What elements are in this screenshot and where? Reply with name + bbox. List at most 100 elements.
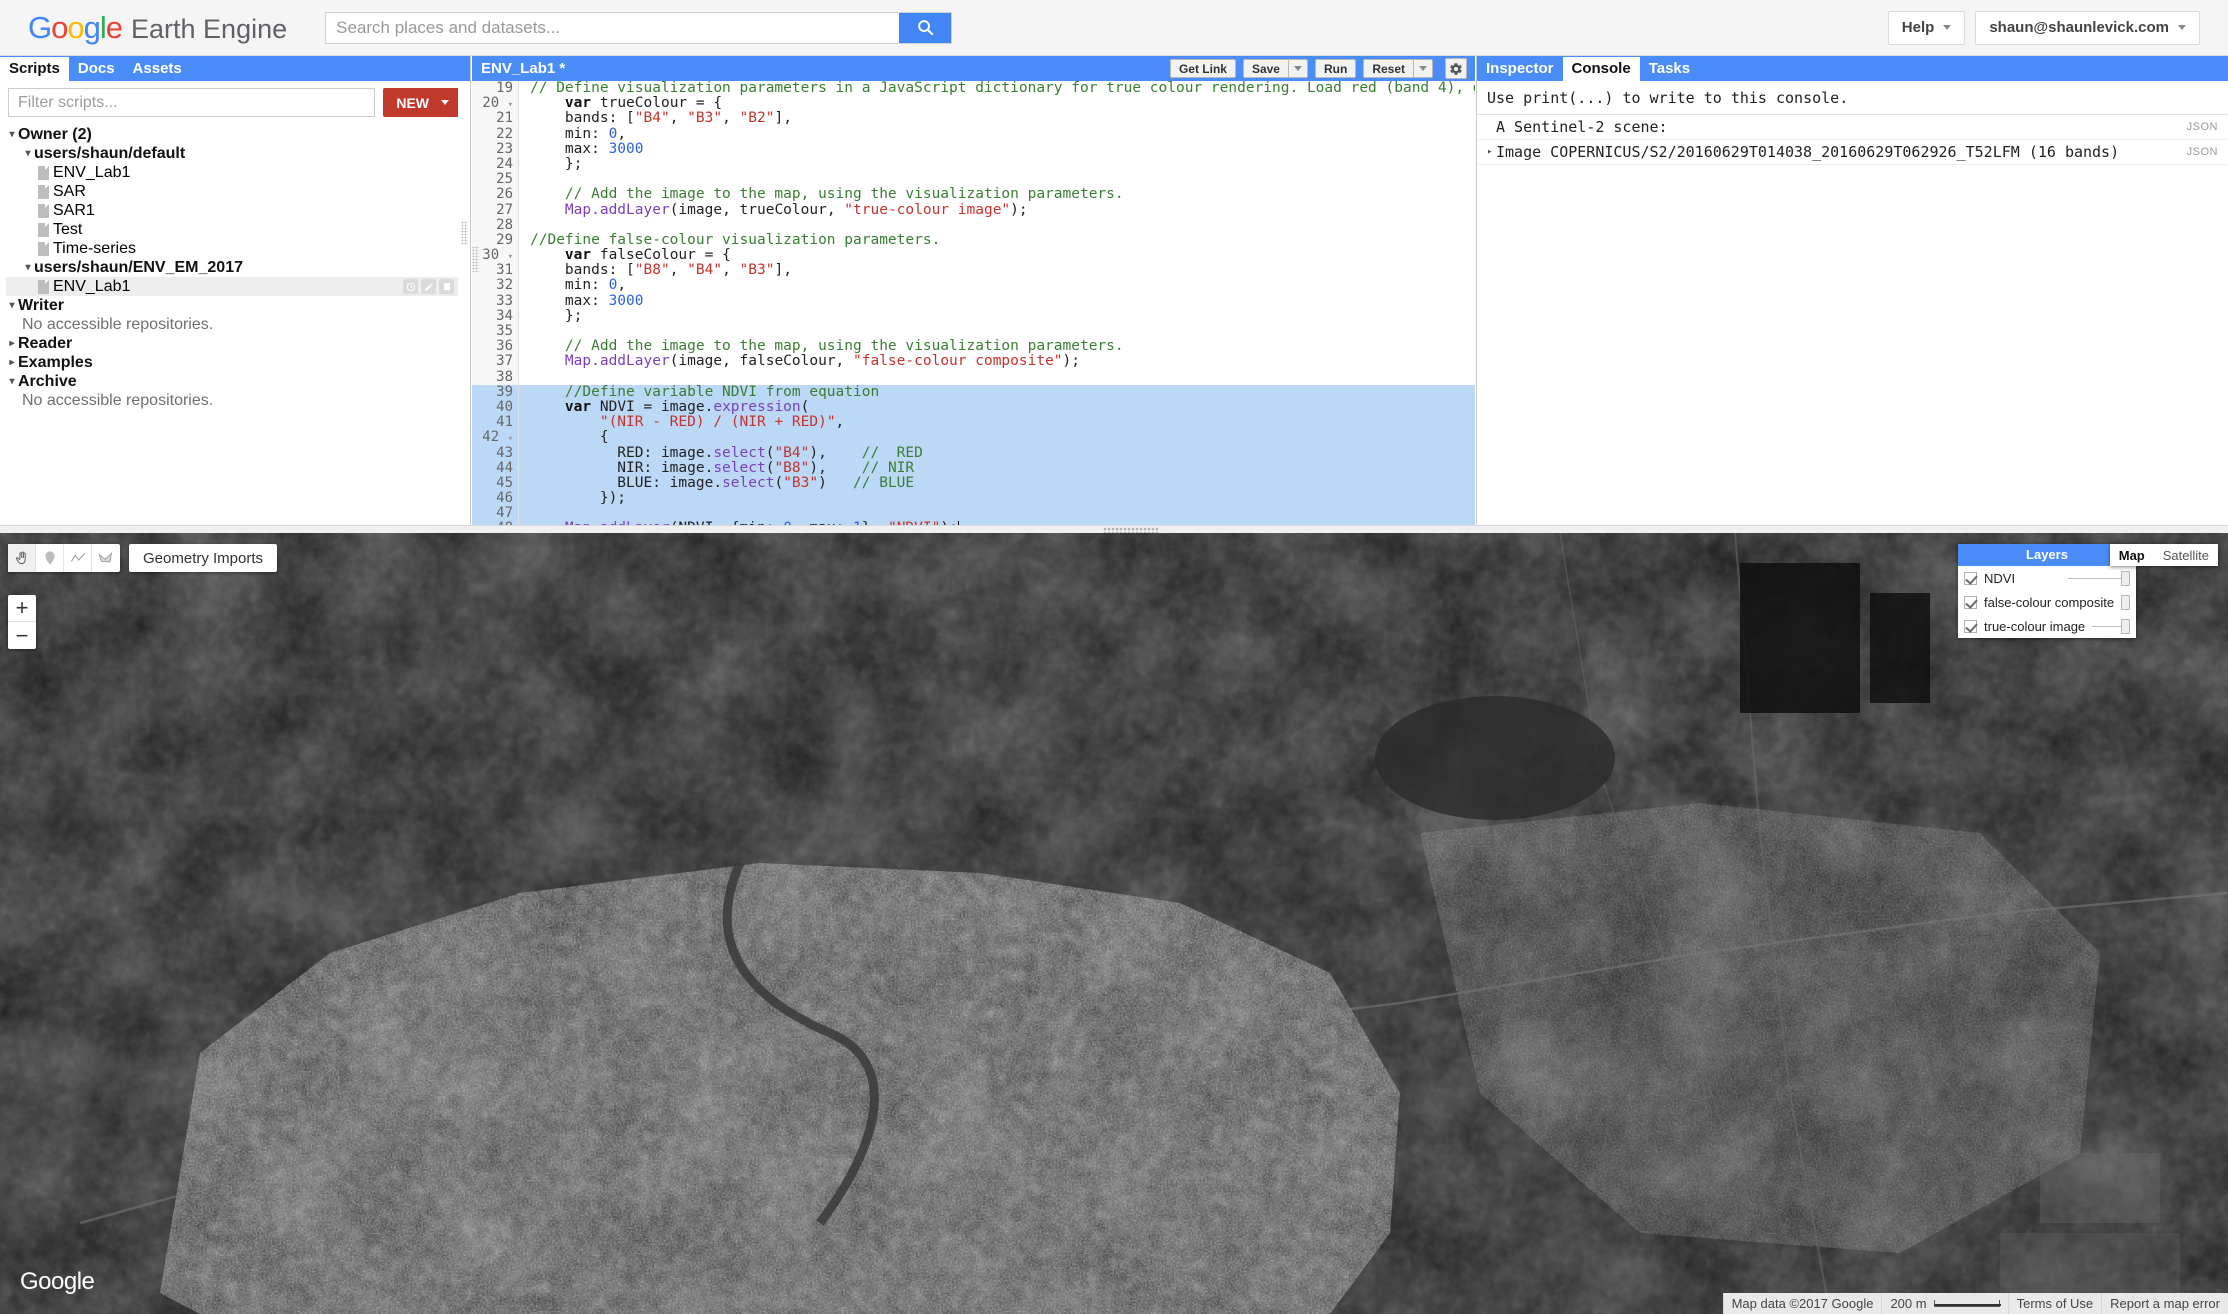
layer-checkbox[interactable] <box>1964 595 1977 609</box>
code-fold-icon[interactable]: ▾ <box>508 434 513 444</box>
layer-opacity-slider[interactable] <box>2092 618 2130 634</box>
layer-row[interactable]: NDVI <box>1958 566 2136 590</box>
slider-knob[interactable] <box>2121 618 2130 634</box>
history-icon[interactable] <box>403 279 418 294</box>
chevron-right-icon[interactable] <box>6 334 18 353</box>
chevron-down-icon[interactable] <box>22 144 34 163</box>
report-map-error-link[interactable]: Report a map error <box>2101 1293 2228 1314</box>
layer-checkbox[interactable] <box>1964 571 1977 585</box>
code-line[interactable]: 25 <box>472 171 1475 188</box>
reset-button[interactable]: Reset <box>1363 59 1413 78</box>
json-link[interactable]: JSON <box>2187 146 2218 158</box>
code-line[interactable]: 41 "(NIR - RED) / (NIR + RED)", <box>472 414 1475 431</box>
code-line[interactable]: 46 }); <box>472 490 1475 507</box>
account-menu-button[interactable]: shaun@shaunlevick.com <box>1975 10 2200 45</box>
slider-knob[interactable] <box>2121 570 2130 586</box>
layer-row[interactable]: true-colour image <box>1958 614 2136 638</box>
hand-pan-tool[interactable] <box>8 544 36 572</box>
tree-repo-row[interactable]: users/shaun/default <box>6 144 470 163</box>
map-panel[interactable]: Geometry Imports + − Layers NDVI false-co… <box>0 533 2228 1314</box>
code-line[interactable]: 34 }; <box>472 308 1475 324</box>
geometry-imports-button[interactable]: Geometry Imports <box>129 544 278 572</box>
expand-triangle-icon[interactable]: ▸ <box>1487 147 1496 157</box>
run-button[interactable]: Run <box>1314 59 1357 78</box>
tree-script-row[interactable]: SAR <box>6 182 470 201</box>
code-line[interactable]: 33 max: 3000 <box>472 293 1475 309</box>
code-line[interactable]: 39 //Define variable NDVI from equation <box>472 384 1475 400</box>
console-tab-console[interactable]: Console <box>1562 57 1640 81</box>
marker-pin-tool[interactable] <box>36 544 64 572</box>
json-link[interactable]: JSON <box>2187 121 2218 133</box>
save-button[interactable]: Save <box>1242 59 1288 78</box>
console-tab-tasks[interactable]: Tasks <box>1640 57 1699 81</box>
layer-opacity-slider[interactable] <box>2121 594 2131 610</box>
code-line[interactable]: 22 min: 0, <box>472 126 1475 142</box>
code-line[interactable]: 27 Map.addLayer(image, trueColour, "true… <box>472 202 1475 218</box>
editor-settings-button[interactable] <box>1445 58 1467 79</box>
code-line[interactable]: 19 // Define visualization parameters in … <box>472 81 1475 97</box>
tree-group-row[interactable]: Reader <box>6 334 470 353</box>
code-line[interactable]: 31 bands: ["B8", "B4", "B3"], <box>472 263 1475 279</box>
code-line[interactable]: 47 <box>472 506 1475 522</box>
code-line[interactable]: 20 ▾ var trueColour = { <box>472 95 1475 112</box>
tree-script-row[interactable]: Test <box>6 220 470 239</box>
editor-left-grip[interactable] <box>472 246 479 272</box>
code-line[interactable]: 28 <box>472 217 1475 233</box>
polygon-tool[interactable] <box>92 544 120 572</box>
sidebar-tab-scripts[interactable]: Scripts <box>0 57 69 81</box>
console-tab-inspector[interactable]: Inspector <box>1477 57 1563 81</box>
code-line[interactable]: 32 min: 0, <box>472 278 1475 294</box>
tree-group-row[interactable]: Writer <box>6 296 470 315</box>
chevron-down-icon[interactable] <box>6 372 18 391</box>
new-script-button[interactable]: NEW <box>383 88 462 117</box>
code-line[interactable]: 44 NIR: image.select("B8"), // NIR <box>472 460 1475 476</box>
help-menu-button[interactable]: Help <box>1887 10 1966 45</box>
slider-knob[interactable] <box>2121 594 2131 610</box>
chevron-down-icon[interactable] <box>6 296 18 315</box>
search-button[interactable] <box>899 12 952 43</box>
code-line[interactable]: 30 ▾ var falseColour = { <box>472 247 1475 264</box>
code-line[interactable]: 26 // Add the image to the map, using th… <box>472 187 1475 203</box>
code-line[interactable]: 36 // Add the image to the map, using th… <box>472 338 1475 355</box>
horizontal-splitter[interactable] <box>0 525 2228 533</box>
delete-icon[interactable] <box>439 279 454 294</box>
terms-of-use-link[interactable]: Terms of Use <box>2007 1293 2102 1314</box>
tree-script-row[interactable]: ENV_Lab1 <box>6 163 470 182</box>
sidebar-tab-docs[interactable]: Docs <box>69 57 124 81</box>
tree-repo-row[interactable]: users/shaun/ENV_EM_2017 <box>6 258 470 277</box>
code-line[interactable]: 45 BLUE: image.select("B3") // BLUE <box>472 475 1475 492</box>
layer-opacity-slider[interactable] <box>2068 570 2130 586</box>
maptype-map[interactable]: Map <box>2110 544 2154 566</box>
maptype-satellite[interactable]: Satellite <box>2154 544 2218 566</box>
code-line[interactable]: 40 var NDVI = image.expression( <box>472 399 1475 416</box>
code-line[interactable]: 21 bands: ["B4", "B3", "B2"], <box>472 111 1475 127</box>
save-dropdown-button[interactable] <box>1287 59 1308 78</box>
code-line[interactable]: 29 //Define false-colour visualization pa… <box>472 232 1475 249</box>
tree-group-row[interactable]: Owner (2) <box>6 125 470 144</box>
code-fold-icon[interactable]: ▾ <box>508 100 513 110</box>
code-line[interactable]: 42 ▾ { <box>472 430 1475 446</box>
get-link-button[interactable]: Get Link <box>1169 59 1236 78</box>
zoom-in-button[interactable]: + <box>8 595 36 622</box>
chevron-down-icon[interactable] <box>6 125 18 144</box>
code-fold-icon[interactable]: ▾ <box>508 252 513 262</box>
search-input[interactable] <box>326 12 900 43</box>
chevron-down-icon[interactable] <box>22 258 34 277</box>
code-area[interactable]: 19 // Define visualization parameters in … <box>472 81 1475 532</box>
code-line[interactable]: 37 Map.addLayer(image, falseColour, "fal… <box>472 354 1475 370</box>
scroll-grip[interactable] <box>461 221 468 245</box>
layer-checkbox[interactable] <box>1964 619 1977 633</box>
sidebar-scrollbar[interactable] <box>458 81 470 532</box>
tree-script-row[interactable]: Time-series <box>6 239 470 258</box>
reset-dropdown-button[interactable] <box>1413 59 1433 78</box>
sidebar-tab-assets[interactable]: Assets <box>124 57 191 81</box>
code-line[interactable]: 38 <box>472 369 1475 385</box>
layer-row[interactable]: false-colour composite <box>1958 590 2136 614</box>
filter-scripts-input[interactable] <box>8 88 376 117</box>
tree-group-row[interactable]: Archive <box>6 372 470 391</box>
code-line[interactable]: 35 <box>472 323 1475 340</box>
zoom-out-button[interactable]: − <box>8 622 36 649</box>
edit-icon[interactable] <box>421 279 436 294</box>
code-line[interactable]: 43 RED: image.select("B4"), // RED <box>472 445 1475 461</box>
polyline-tool[interactable] <box>64 544 92 572</box>
